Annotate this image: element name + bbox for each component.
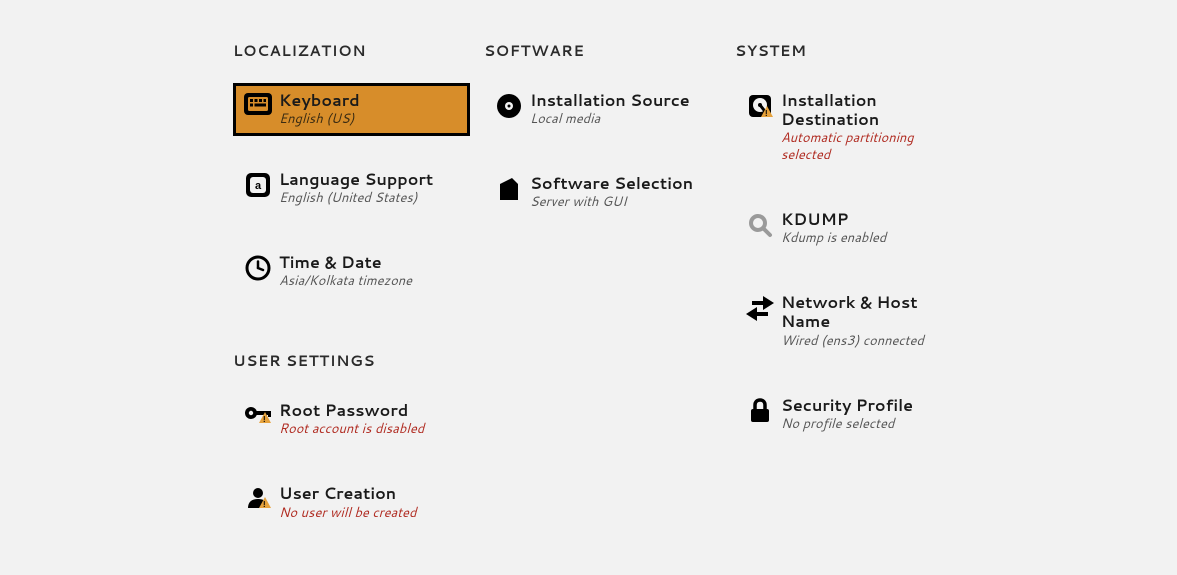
- user-creation-title: User Creation: [279, 484, 416, 503]
- kdump-spoke[interactable]: KDUMP Kdump is enabled: [735, 202, 972, 255]
- language-support-title: Language Support: [279, 170, 433, 189]
- language-support-spoke[interactable]: a Language Support English (United State…: [233, 162, 470, 215]
- network-icon: [741, 293, 779, 321]
- installation-destination-spoke[interactable]: Installation Destination Automatic parti…: [735, 83, 972, 172]
- keyboard-icon: [239, 91, 277, 115]
- lock-icon: [741, 396, 779, 424]
- root-password-title: Root Password: [279, 401, 424, 420]
- warning-icon: [259, 412, 271, 423]
- network-hostname-spoke[interactable]: Network & Host Name Wired (ens3) connect…: [735, 285, 972, 357]
- language-support-status: English (United States): [279, 190, 433, 207]
- key-icon: [239, 401, 277, 423]
- keyboard-title: Keyboard: [279, 91, 360, 110]
- network-hostname-title: Network & Host Name: [781, 293, 966, 331]
- user-icon: [239, 484, 277, 510]
- language-icon: a: [239, 170, 277, 198]
- time-date-status: Asia/Kolkata timezone: [279, 273, 412, 290]
- search-icon: [741, 210, 779, 238]
- installation-source-title: Installation Source: [530, 91, 690, 110]
- system-column: SYSTEM Installation Destination Automati…: [735, 40, 972, 559]
- software-selection-spoke[interactable]: Software Selection Server with GUI: [484, 166, 721, 219]
- root-password-spoke[interactable]: Root Password Root account is disabled: [233, 393, 470, 446]
- network-hostname-status: Wired (ens3) connected: [781, 333, 966, 350]
- system-heading: SYSTEM: [735, 40, 972, 61]
- security-profile-spoke[interactable]: Security Profile No profile selected: [735, 388, 972, 441]
- time-date-spoke[interactable]: Time & Date Asia/Kolkata timezone: [233, 245, 470, 298]
- installation-destination-title: Installation Destination: [781, 91, 966, 129]
- user-settings-heading: USER SETTINGS: [233, 350, 470, 371]
- kdump-status: Kdump is enabled: [781, 230, 886, 247]
- software-selection-status: Server with GUI: [530, 194, 693, 211]
- kdump-title: KDUMP: [781, 210, 886, 229]
- software-selection-title: Software Selection: [530, 174, 693, 193]
- localization-heading: LOCALIZATION: [233, 40, 470, 61]
- disc-icon: [490, 91, 528, 119]
- user-settings-section: USER SETTINGS Root Password Root account…: [233, 350, 470, 559]
- keyboard-status: English (US): [279, 111, 360, 128]
- installation-destination-status: Automatic partitioning selected: [781, 130, 966, 164]
- software-column: SOFTWARE Installation Source Local media: [484, 40, 721, 559]
- user-creation-spoke[interactable]: User Creation No user will be created: [233, 476, 470, 529]
- time-date-title: Time & Date: [279, 253, 412, 272]
- security-profile-title: Security Profile: [781, 396, 913, 415]
- software-heading: SOFTWARE: [484, 40, 721, 61]
- svg-text:a: a: [255, 180, 262, 192]
- security-profile-status: No profile selected: [781, 416, 913, 433]
- root-password-status: Root account is disabled: [279, 421, 424, 438]
- keyboard-spoke[interactable]: Keyboard English (US): [233, 83, 470, 136]
- installation-source-status: Local media: [530, 111, 690, 128]
- warning-icon: [761, 106, 773, 117]
- localization-column: LOCALIZATION Keyboard English (US): [233, 40, 470, 559]
- warning-icon: [259, 497, 271, 508]
- package-icon: [490, 174, 528, 202]
- harddisk-icon: [741, 91, 779, 119]
- clock-icon: [239, 253, 277, 281]
- user-creation-status: No user will be created: [279, 505, 416, 522]
- installation-summary-panel: LOCALIZATION Keyboard English (US): [0, 0, 1177, 559]
- installation-source-spoke[interactable]: Installation Source Local media: [484, 83, 721, 136]
